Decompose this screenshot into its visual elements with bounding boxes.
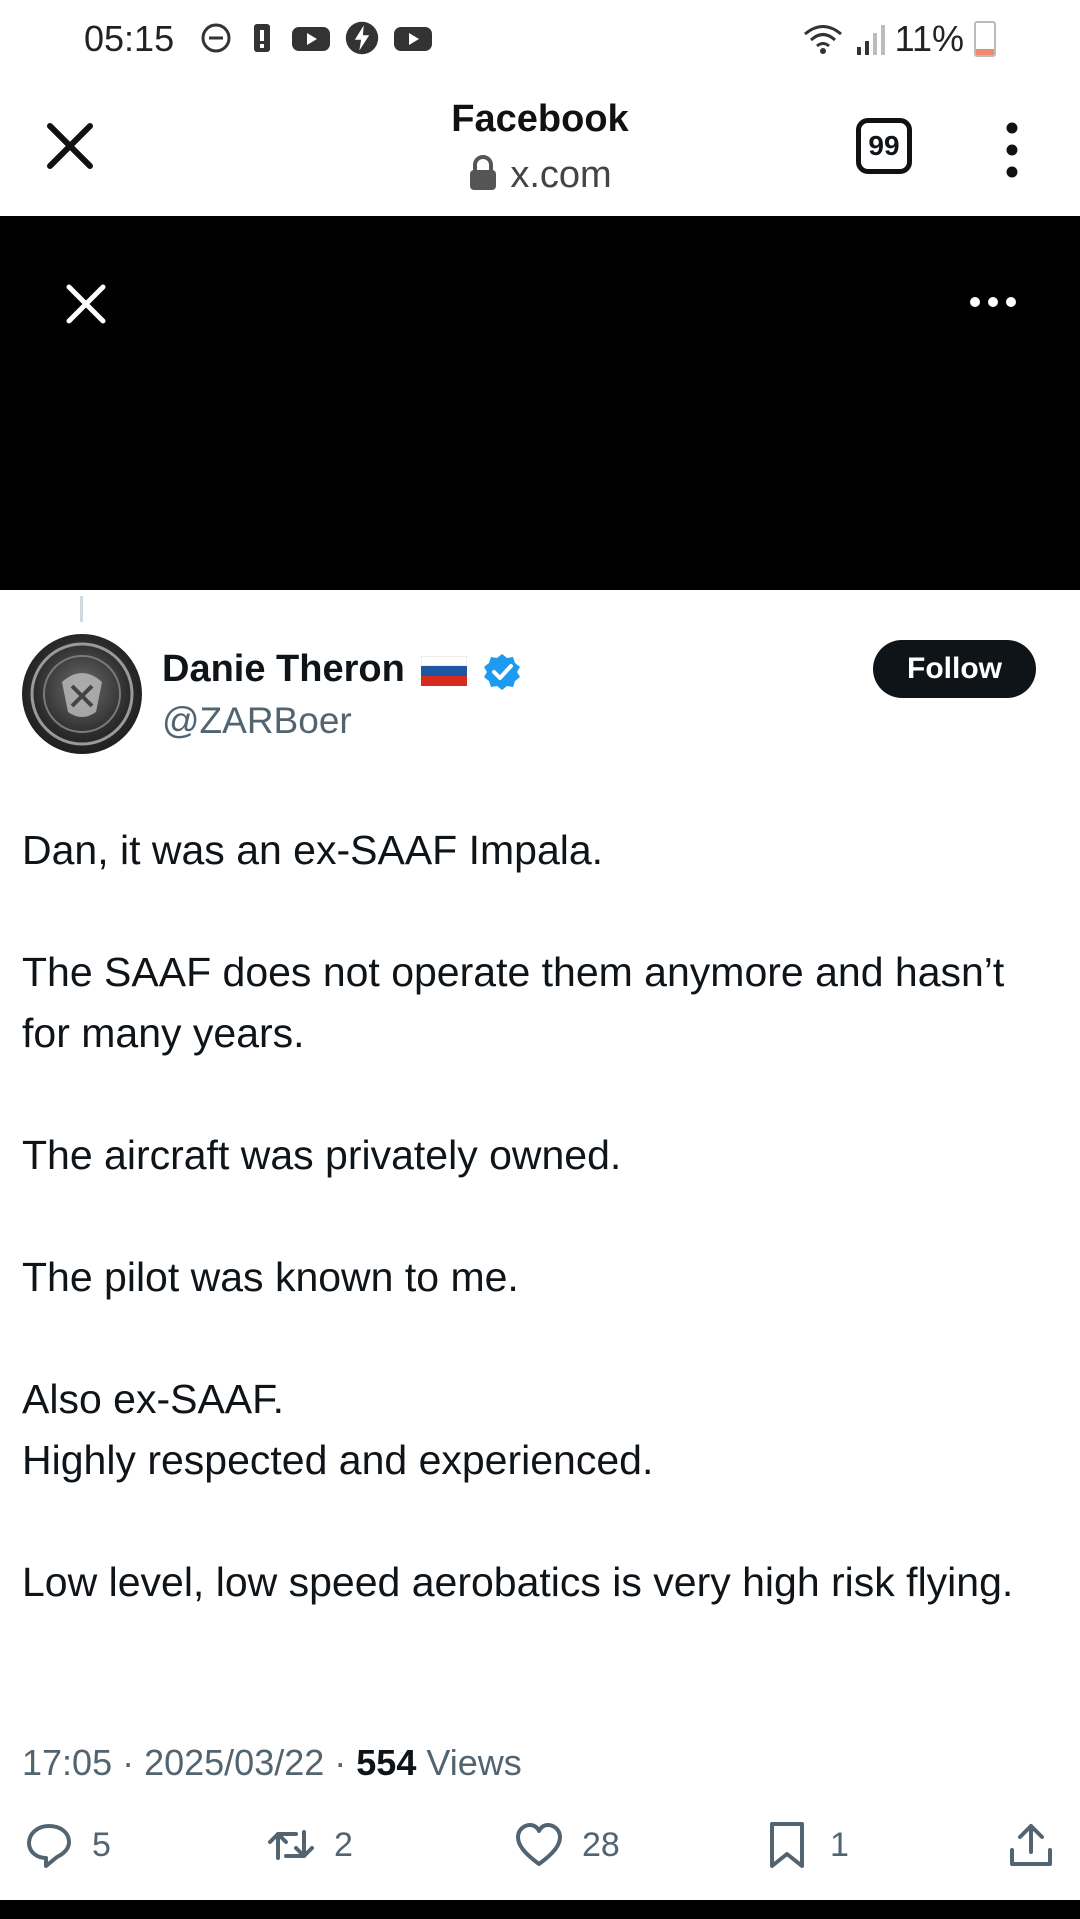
url-display[interactable]: x.com xyxy=(0,154,1080,197)
heart-icon xyxy=(516,1823,562,1866)
tweet-meta: 17:05 · 2025/03/22 · 554 Views xyxy=(22,1742,522,1783)
do-not-disturb-icon xyxy=(201,23,231,53)
tweet-paragraph: Low level, low speed aerobatics is very … xyxy=(22,1559,1014,1605)
like-button[interactable]: 28 xyxy=(514,1820,620,1870)
russia-flag-icon xyxy=(421,656,467,686)
wifi-icon xyxy=(803,25,842,54)
tweet-paragraph: The SAAF does not operate them anymore a… xyxy=(22,949,1005,1056)
repost-icon xyxy=(268,1830,314,1860)
battery-icon xyxy=(974,21,996,57)
url-text: x.com xyxy=(510,154,612,196)
system-indicators: 11% xyxy=(801,18,996,60)
lock-icon xyxy=(470,155,497,190)
avatar[interactable] xyxy=(22,634,142,754)
thread-connector xyxy=(80,596,83,622)
tweet-paragraph: Dan, it was an ex-SAAF Impala. xyxy=(22,827,604,873)
views-label: Views xyxy=(426,1742,522,1783)
tweet-actions: 5 2 28 1 xyxy=(0,1820,1080,1890)
share-icon xyxy=(1010,1824,1052,1866)
bookmark-icon xyxy=(770,1822,804,1868)
reply-count: 5 xyxy=(92,1825,111,1864)
notification-icons xyxy=(198,20,434,56)
battery-percent: 11% xyxy=(894,18,964,59)
bookmark-count: 1 xyxy=(830,1825,849,1864)
youtube-icon xyxy=(292,27,330,51)
more-horizontal-icon[interactable] xyxy=(968,294,1018,310)
tweet-text: Dan, it was an ex-SAAF Impala. The SAAF … xyxy=(22,820,1052,1674)
tweet-paragraph: Also ex-SAAF. Highly respected and exper… xyxy=(22,1376,654,1483)
repost-count: 2 xyxy=(334,1825,353,1864)
display-name[interactable]: Danie Theron xyxy=(162,648,405,691)
battery-alert-icon xyxy=(254,24,270,52)
user-handle[interactable]: @ZARBoer xyxy=(162,700,352,742)
reply-button[interactable]: 5 xyxy=(24,1820,111,1870)
tabs-button[interactable]: 99 xyxy=(856,118,912,174)
close-icon[interactable] xyxy=(64,282,108,326)
reply-icon xyxy=(27,1824,71,1868)
signal-icon xyxy=(856,25,885,55)
tweet-date[interactable]: 2025/03/22 xyxy=(144,1742,324,1783)
repost-button[interactable]: 2 xyxy=(266,1820,353,1870)
page-title: Facebook xyxy=(451,98,629,140)
navigation-bar xyxy=(0,1900,1080,1919)
tweet-paragraph: The pilot was known to me. xyxy=(22,1254,519,1300)
views-count: 554 xyxy=(356,1742,417,1783)
share-button[interactable] xyxy=(1006,1820,1056,1870)
bolt-icon xyxy=(345,21,379,55)
bookmark-button[interactable]: 1 xyxy=(762,1820,849,1870)
coin-emblem-icon xyxy=(30,642,134,746)
tweet-time[interactable]: 17:05 xyxy=(22,1742,112,1783)
like-count: 28 xyxy=(582,1825,620,1864)
custom-tab-toolbar: Facebook x.com 99 xyxy=(0,80,1080,216)
status-time: 05:15 xyxy=(84,18,175,59)
verified-badge-icon xyxy=(484,654,520,690)
tweet-paragraph: The aircraft was privately owned. xyxy=(22,1132,622,1178)
more-vert-icon[interactable] xyxy=(1000,122,1024,178)
youtube-icon xyxy=(394,27,432,51)
media-viewer xyxy=(0,216,1080,590)
status-bar: 05:15 11% xyxy=(0,0,1080,80)
follow-button[interactable]: Follow xyxy=(873,640,1036,698)
